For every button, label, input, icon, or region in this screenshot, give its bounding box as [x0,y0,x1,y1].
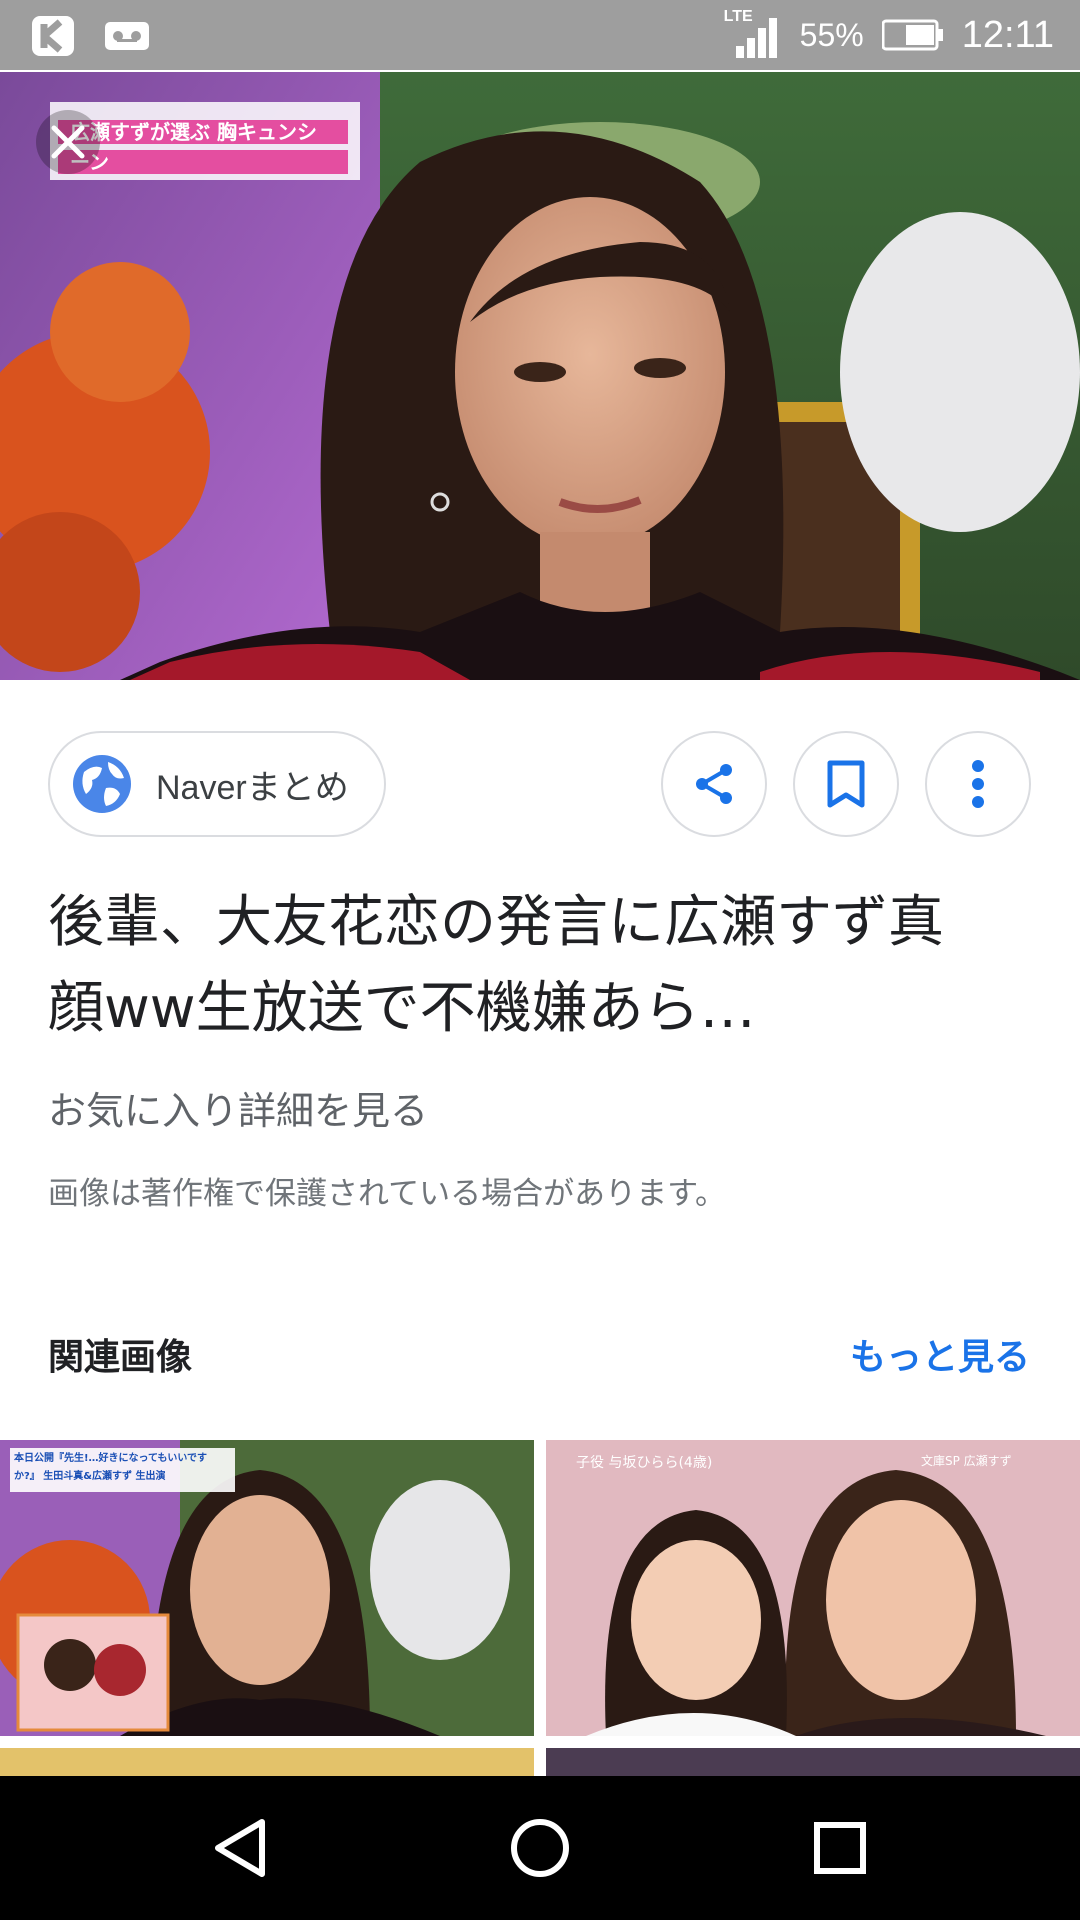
battery-percentage: 55% [799,16,864,53]
recents-button[interactable] [804,1812,876,1884]
bookmark-button[interactable] [793,731,899,837]
battery-icon [881,19,943,51]
more-vert-icon [972,760,984,808]
related-image-2-caption-left: 子役 与坂ひらら(4歳) [576,1455,713,1471]
back-icon [215,1819,265,1877]
related-images-heading: 関連画像 [48,1337,193,1378]
close-icon [51,125,85,159]
details-link[interactable]: お気に入り詳細を見る [48,1080,428,1135]
page-title[interactable]: 後輩、大友花恋の発言に広瀬すず真顔ww生放送で不機嫌あら… [48,880,948,1052]
status-bar: LTE 55% 12:11 [0,0,1080,70]
home-button[interactable] [504,1812,576,1884]
share-button[interactable] [661,731,767,837]
share-icon [696,764,732,804]
bookmark-icon [827,760,865,808]
copyright-notice: 画像は著作権で保護されている場合があります。 [48,1176,726,1212]
related-image-3[interactable] [0,1748,534,1776]
related-image-2-caption-right: 文庫SP 広瀬すず [921,1454,1012,1468]
related-image-4[interactable] [546,1748,1080,1776]
home-icon [511,1819,569,1877]
more-options-button[interactable] [925,731,1031,837]
see-more-link[interactable]: もっと見る [850,1328,1030,1380]
signal-icon: LTE [724,8,782,60]
hero-image[interactable]: 広瀬すずが選ぶ 胸キュンシーン [0,72,1080,680]
clock: 12:11 [961,13,1054,56]
related-image-1-caption: 本日公開『先生!…好きになってもいいですか?』 生田斗真&広瀬すず 生出演 [14,1453,208,1482]
app-notification-icon [32,16,74,56]
navigation-bar [0,1776,1080,1920]
recents-icon [814,1822,866,1874]
voicemail-icon [105,22,149,50]
globe-icon [73,755,131,813]
source-label: Naverまとめ [156,768,349,807]
related-image-1[interactable]: 本日公開『先生!…好きになってもいいですか?』 生田斗真&広瀬すず 生出演 [0,1440,534,1736]
source-chip[interactable]: Naverまとめ [48,731,386,837]
related-image-2[interactable]: 子役 与坂ひらら(4歳) 文庫SP 広瀬すず [546,1440,1080,1736]
back-button[interactable] [204,1812,276,1884]
close-button[interactable] [36,110,100,174]
hero-caption: 広瀬すずが選ぶ 胸キュンシーン [70,120,317,174]
